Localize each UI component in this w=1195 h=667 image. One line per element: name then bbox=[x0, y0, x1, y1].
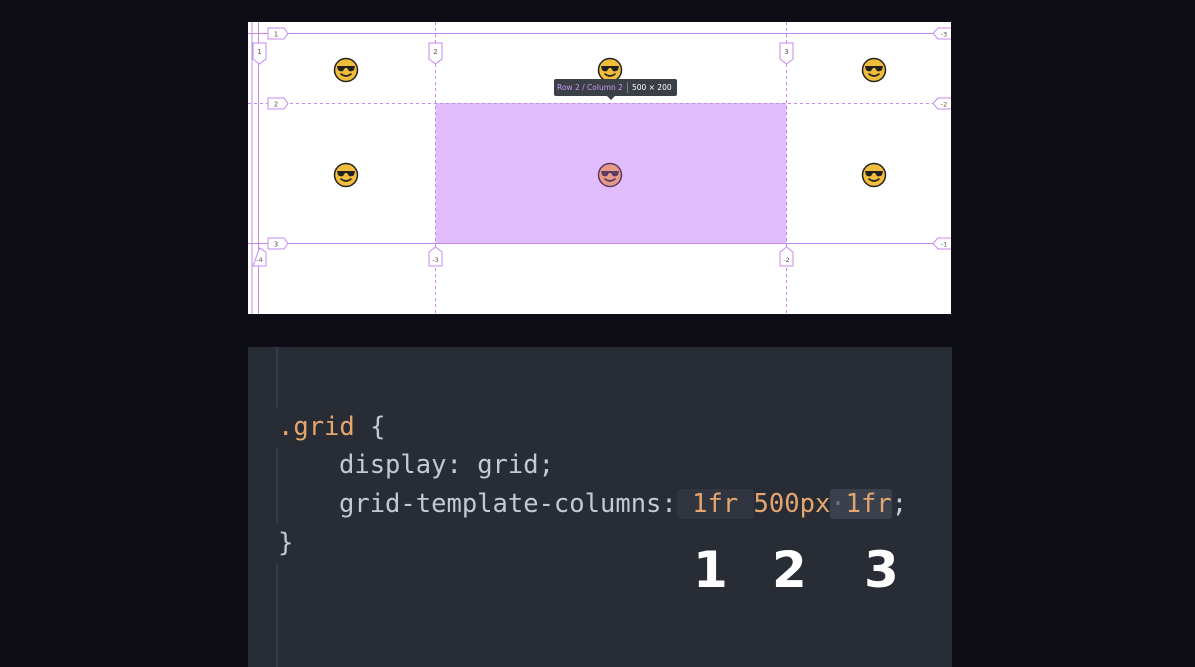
css-value-display: grid bbox=[477, 450, 539, 480]
line-label-col-3-top: 3 bbox=[779, 42, 794, 65]
track-number-3: 3 bbox=[864, 541, 899, 599]
sunglasses-emoji-icon-highlighted bbox=[597, 162, 623, 188]
svg-text:-2: -2 bbox=[783, 256, 789, 264]
indent-guide-top bbox=[276, 347, 278, 407]
column-track-1-value: 1fr bbox=[692, 489, 739, 519]
svg-text:1: 1 bbox=[274, 31, 278, 39]
svg-text:-1: -1 bbox=[941, 241, 947, 249]
indent-guide-bottom bbox=[276, 563, 278, 667]
svg-text:-3: -3 bbox=[432, 256, 438, 264]
svg-text:1: 1 bbox=[257, 48, 261, 56]
line-label-row-2-right: -2 bbox=[932, 97, 951, 110]
sunglasses-emoji-icon bbox=[333, 162, 359, 188]
svg-text:-3: -3 bbox=[941, 31, 947, 39]
open-brace: { bbox=[370, 412, 386, 442]
line-label-col-1-top: 1 bbox=[252, 42, 267, 65]
indent-guide-middle bbox=[276, 447, 278, 523]
track-number-1: 1 bbox=[693, 541, 728, 599]
line-label-row-1-left: 1 bbox=[267, 27, 289, 40]
svg-text:2: 2 bbox=[433, 48, 437, 56]
sunglasses-emoji-icon bbox=[861, 57, 887, 83]
code-line-selector: .grid { bbox=[278, 410, 385, 444]
code-editor: .grid { display: grid; grid-template-col… bbox=[248, 347, 952, 667]
code-line-close: } bbox=[278, 526, 293, 560]
grid-area-tooltip: Row 2 / Column 2 500 × 200 bbox=[554, 79, 677, 100]
track-number-2: 2 bbox=[772, 541, 807, 599]
line-label-col-2-bottom: -3 bbox=[428, 246, 443, 267]
tooltip-divider bbox=[626, 82, 628, 93]
line-label-col-2-top: 2 bbox=[428, 42, 443, 65]
close-brace: } bbox=[278, 528, 294, 558]
svg-text:-4: -4 bbox=[256, 256, 262, 264]
css-property-grid-template-columns: grid-template-columns bbox=[339, 489, 662, 519]
svg-text:3: 3 bbox=[274, 241, 278, 249]
line-label-row-1-right: -3 bbox=[932, 27, 951, 40]
svg-text:3: 3 bbox=[784, 48, 788, 56]
line-label-row-3-left: 3 bbox=[267, 237, 289, 250]
sunglasses-emoji-icon bbox=[861, 162, 887, 188]
svg-text:-2: -2 bbox=[941, 101, 947, 109]
tooltip-size: 500 × 200 bbox=[631, 83, 672, 92]
line-label-col-3-bottom: -2 bbox=[779, 246, 794, 267]
sunglasses-emoji-icon bbox=[333, 57, 359, 83]
line-label-row-2-left: 2 bbox=[267, 97, 289, 110]
browser-preview: 1 1 2 3 -3 2 -2 3 -1 -4 -3 -2 bbox=[248, 22, 951, 314]
code-line-grid-template-columns: grid-template-columns: 1fr 500px·1fr; bbox=[339, 489, 908, 519]
column-track-2-value: 500px bbox=[753, 489, 831, 519]
tooltip-area-name: Row 2 / Column 2 bbox=[557, 83, 623, 92]
code-line-display: display: grid; bbox=[339, 450, 554, 480]
line-label-col-1-bottom: -4 bbox=[252, 247, 267, 267]
css-property-display: display bbox=[339, 450, 447, 480]
column-track-3-value: 1fr bbox=[845, 489, 892, 519]
line-label-row-3-right: -1 bbox=[932, 237, 951, 250]
css-selector: .grid bbox=[278, 412, 355, 442]
svg-text:2: 2 bbox=[274, 101, 278, 109]
